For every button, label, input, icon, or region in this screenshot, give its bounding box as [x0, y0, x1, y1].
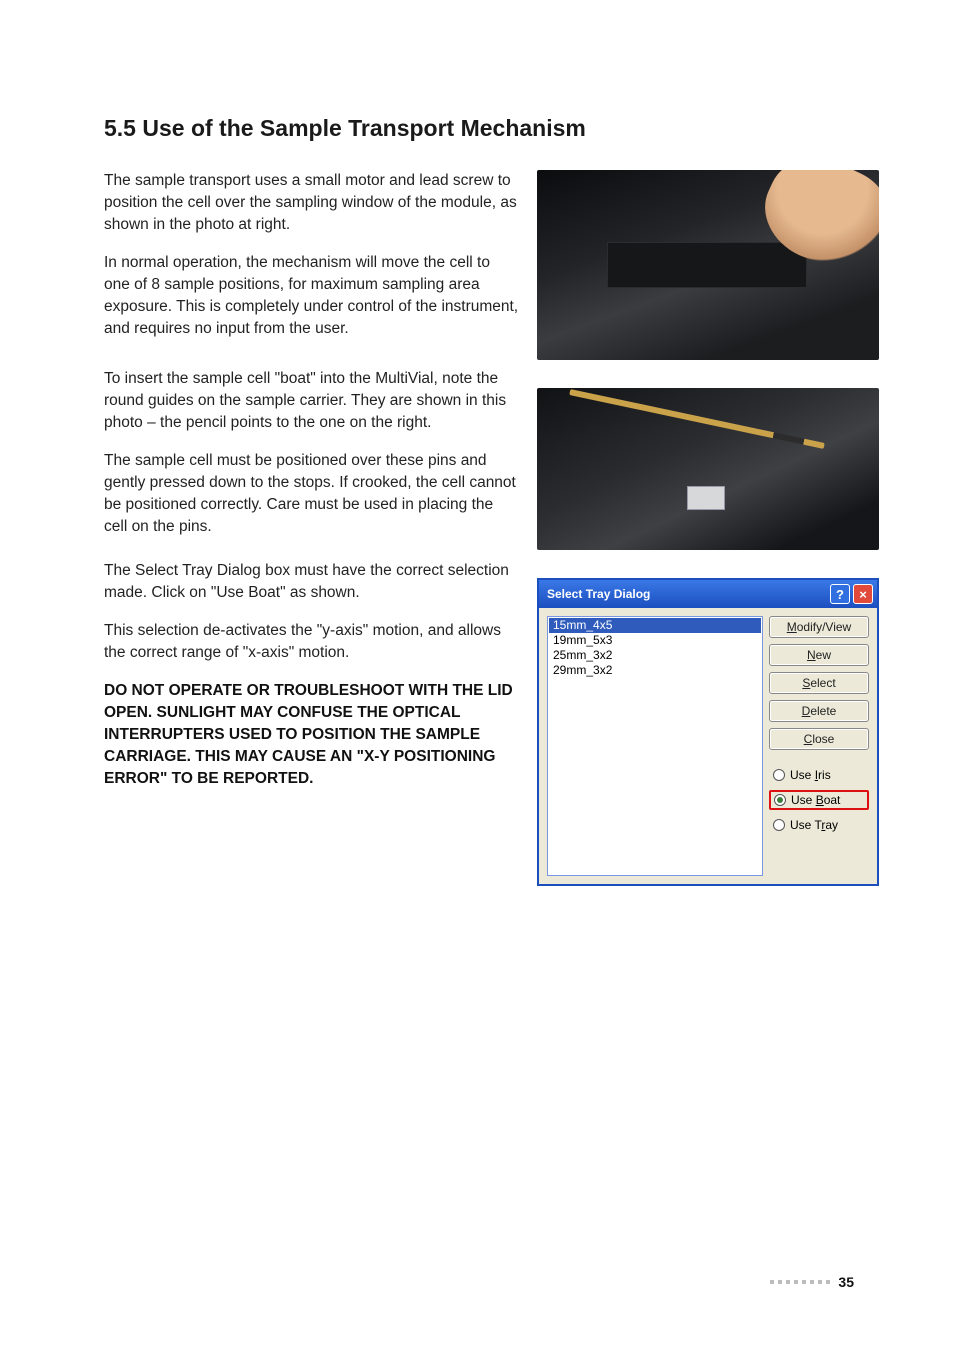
dialog-titlebar: Select Tray Dialog ? × [539, 580, 877, 608]
paragraph: In normal operation, the mechanism will … [104, 252, 519, 340]
use-iris-radio[interactable]: Use Iris [769, 766, 869, 784]
close-icon[interactable]: × [853, 584, 873, 604]
list-item[interactable]: 25mm_3x2 [549, 648, 761, 663]
text-column: The sample transport uses a small motor … [104, 170, 519, 886]
dialog-title-text: Select Tray Dialog [547, 587, 650, 601]
modify-view-button[interactable]: Modify/View [769, 616, 869, 638]
photo-sample-transport [537, 170, 879, 360]
select-button[interactable]: Select [769, 672, 869, 694]
list-item[interactable]: 19mm_5x3 [549, 633, 761, 648]
warning-paragraph: DO NOT OPERATE OR TROUBLESHOOT WITH THE … [104, 680, 519, 790]
use-boat-radio[interactable]: Use Boat [769, 790, 869, 810]
page-footer: 35 [770, 1274, 854, 1290]
image-column: Select Tray Dialog ? × 15mm_4x5 19mm_5x3… [537, 170, 882, 886]
page-number: 35 [838, 1274, 854, 1290]
close-button[interactable]: Close [769, 728, 869, 750]
paragraph: To insert the sample cell "boat" into th… [104, 368, 519, 434]
photo-sample-pins [537, 388, 879, 550]
radio-icon [773, 769, 785, 781]
paragraph: The sample cell must be positioned over … [104, 450, 519, 538]
new-button[interactable]: New [769, 644, 869, 666]
radio-icon [773, 819, 785, 831]
use-tray-radio[interactable]: Use Tray [769, 816, 869, 834]
radio-icon [774, 794, 786, 806]
help-icon[interactable]: ? [830, 584, 850, 604]
tray-listbox[interactable]: 15mm_4x5 19mm_5x3 25mm_3x2 29mm_3x2 [547, 616, 763, 876]
delete-button[interactable]: Delete [769, 700, 869, 722]
paragraph: The Select Tray Dialog box must have the… [104, 560, 519, 604]
section-heading: 5.5 Use of the Sample Transport Mechanis… [104, 115, 854, 142]
select-tray-dialog: Select Tray Dialog ? × 15mm_4x5 19mm_5x3… [537, 578, 879, 886]
list-item[interactable]: 29mm_3x2 [549, 663, 761, 678]
paragraph: This selection de-activates the "y-axis"… [104, 620, 519, 664]
paragraph: The sample transport uses a small motor … [104, 170, 519, 236]
list-item[interactable]: 15mm_4x5 [549, 618, 761, 633]
footer-dots-icon [770, 1280, 830, 1284]
